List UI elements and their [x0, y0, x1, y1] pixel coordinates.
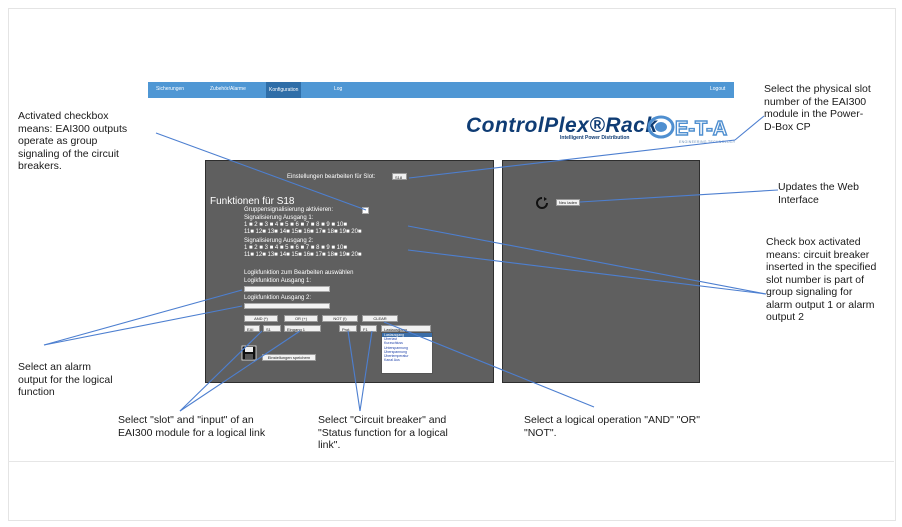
input-select[interactable]: Eingang 1 [284, 325, 321, 332]
logic-output1-label: Logikfunktion Ausgang 1: [244, 278, 312, 284]
group-signal-checkbox[interactable] [362, 207, 369, 214]
update-panel [502, 160, 700, 383]
slot-number-select[interactable]: S1 [263, 325, 281, 332]
nav-fuses[interactable]: Sicherungen [156, 86, 184, 92]
eta-logo-text: E-T-A [675, 118, 727, 140]
annotation-slot-input: Select "slot" and "input" of an EAI300 m… [118, 414, 266, 439]
slot-select[interactable]: S18 [392, 173, 407, 180]
eta-logo-icon: E-T-A [647, 115, 728, 141]
logic-output2-field[interactable] [244, 303, 330, 309]
clear-button[interactable]: CLEAR [362, 315, 398, 322]
save-icon[interactable] [241, 345, 257, 361]
annotation-alarm-output: Select an alarm output for the logical f… [18, 361, 113, 398]
group-signal-label: Gruppensignalisierung aktivieren: [244, 207, 334, 213]
or-button[interactable]: OR (+) [284, 315, 318, 322]
annotation-slot: Select the physical slot number of the E… [764, 83, 871, 133]
fuse-select[interactable]: F1 [360, 325, 377, 332]
logic-output1-field[interactable] [244, 286, 330, 292]
top-navbar: Sicherungen Zubehör/Alarme Konfiguration… [148, 82, 734, 98]
annotation-checkbox-activated: Check box activated means: circuit break… [766, 236, 877, 323]
logic-output2-label: Logikfunktion Ausgang 2: [244, 295, 312, 301]
status-function-select[interactable]: Lastausgang [381, 325, 431, 332]
slot-label: Einstellungen bearbeiten für Slot: [287, 174, 376, 180]
refresh-icon[interactable] [535, 196, 549, 210]
bottom-divider [8, 461, 894, 462]
output1-label: Signalisierung Ausgang 1: [244, 215, 314, 221]
annotation-logical-operation: Select a logical operation "AND" "OR" "N… [524, 414, 700, 439]
functions-title: Funktionen für S18 [210, 196, 295, 207]
nav-log[interactable]: Log [334, 86, 342, 92]
annotation-update: Updates the Web Interface [778, 181, 859, 206]
output1-checkbox-row1[interactable]: 1 ■ 2 ■ 3 ■ 4 ■ 5 ■ 6 ■ 7 ■ 8 ■ 9 ■ 10■ [244, 222, 347, 229]
eta-logo-sub: ENGINEERING TECHNOLOGY [679, 140, 736, 144]
output2-checkbox-row1[interactable]: 1 ■ 2 ■ 3 ■ 4 ■ 5 ■ 6 ■ 7 ■ 8 ■ 9 ■ 10■ [244, 245, 347, 252]
annotation-checkbox: Activated checkbox means: EAI300 outputs… [18, 110, 128, 172]
brand-tagline: Intelligent Power Distribution [560, 135, 630, 141]
eai-select[interactable]: EAI [244, 325, 260, 332]
output2-label: Signalisierung Ausgang 2: [244, 238, 314, 244]
dropdown-option[interactable]: Kanal Aus [382, 358, 432, 362]
logic-select-label: Logikfunktion zum Bearbeiten auswählen [244, 270, 354, 276]
nav-logout[interactable]: Logout [710, 86, 725, 92]
reload-button[interactable]: Neu laden [556, 199, 580, 206]
output2-checkbox-row2[interactable]: 11■ 12■ 13■ 14■ 15■ 16■ 17■ 18■ 19■ 20■ [244, 252, 362, 259]
and-button[interactable]: AND (*) [244, 315, 278, 322]
output1-checkbox-row2[interactable]: 11■ 12■ 13■ 14■ 15■ 16■ 17■ 18■ 19■ 20■ [244, 229, 362, 236]
save-settings-button[interactable]: Einstellungen speichern [262, 354, 316, 361]
protection-select[interactable]: Prot. [339, 325, 357, 332]
annotation-breaker-status: Select "Circuit breaker" and "Status fun… [318, 414, 448, 451]
nav-accessories[interactable]: Zubehör/Alarme [210, 86, 246, 92]
not-button[interactable]: NOT (!) [322, 315, 358, 322]
nav-configuration[interactable]: Konfiguration [266, 82, 302, 98]
status-dropdown-list[interactable]: Lastausgang Überlast Kurzschluss Untersp… [381, 332, 433, 374]
